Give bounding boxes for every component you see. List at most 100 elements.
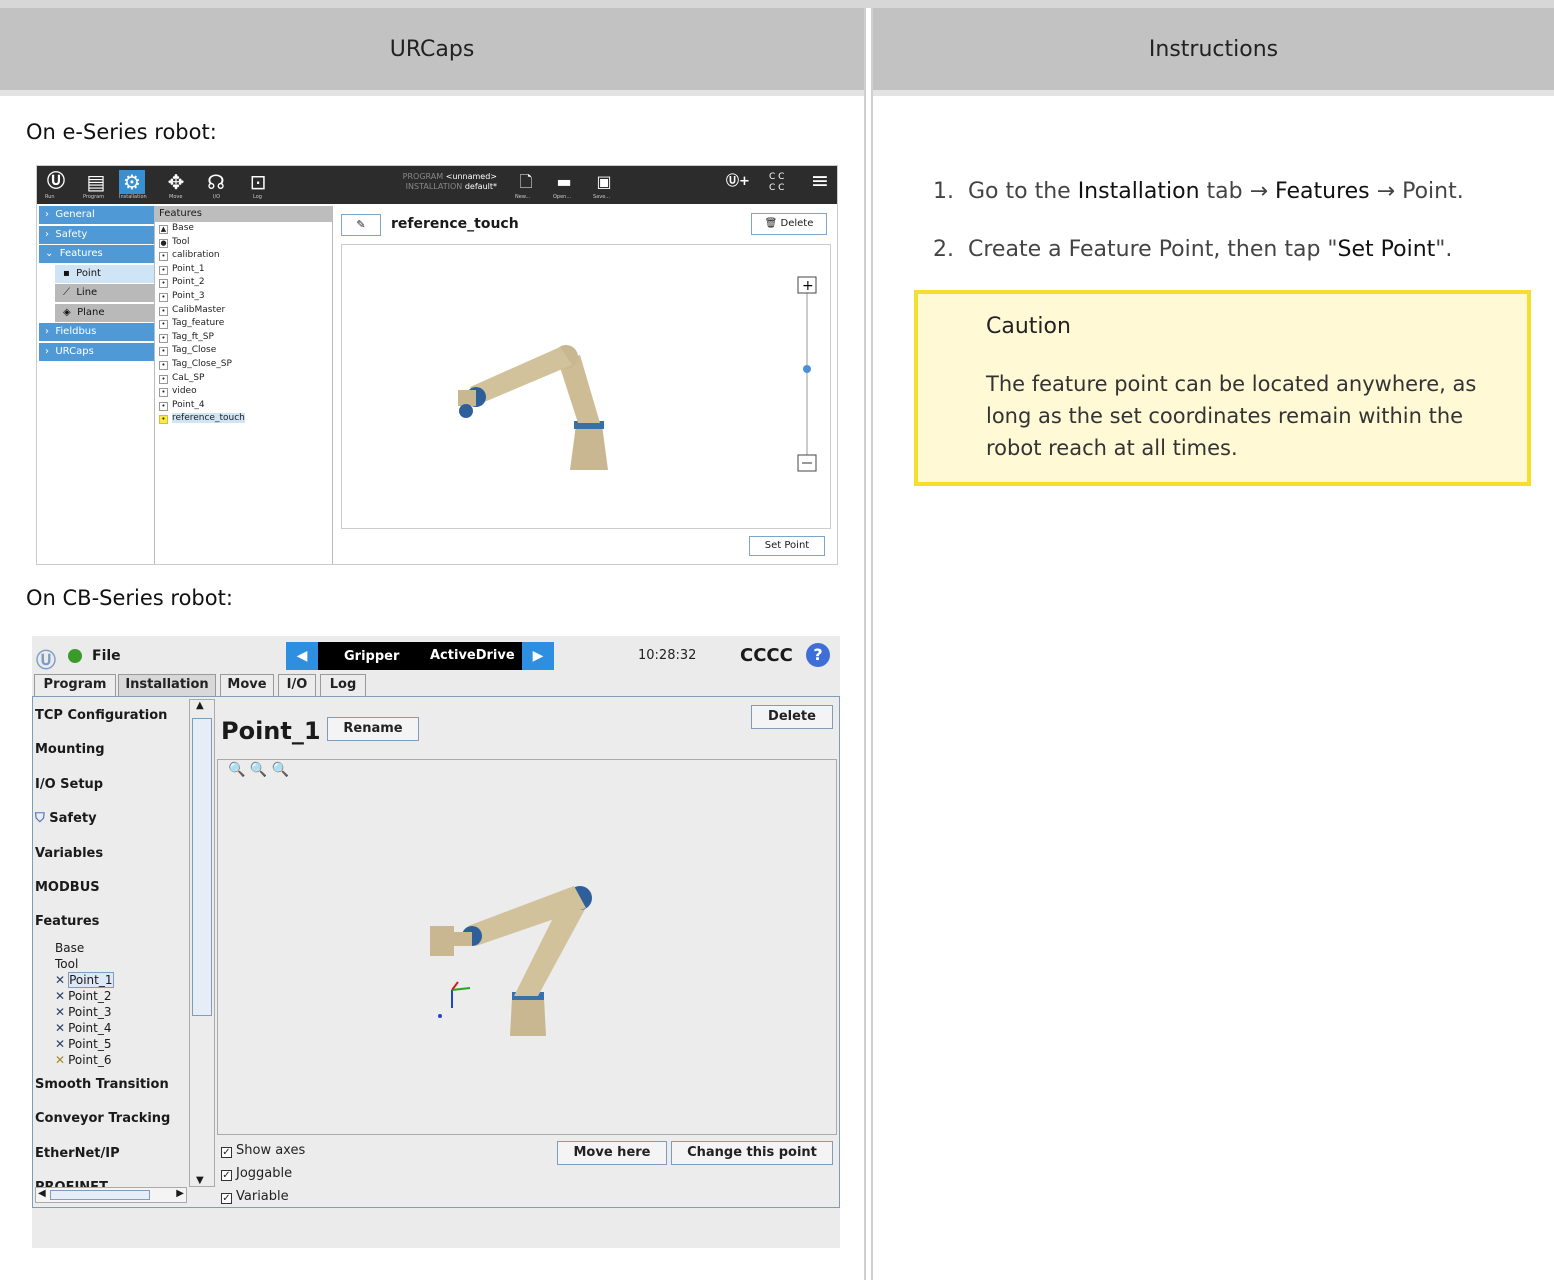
feature-list-item[interactable]: • Point_3: [155, 290, 332, 304]
point-x-icon: ✕: [55, 1036, 66, 1051]
nav-urcaps[interactable]: › URCaps: [39, 342, 154, 361]
program-icon[interactable]: ▤: [83, 170, 109, 194]
delete-label: Delete: [780, 218, 814, 229]
cb-feature-item[interactable]: ✕ Point_4: [35, 1020, 185, 1036]
cb-feature-item[interactable]: ✕ Point_6: [35, 1052, 185, 1068]
sidebar-extra-item[interactable]: Smooth Transition: [35, 1068, 185, 1102]
cb-feature-label: Point_1: [68, 971, 114, 988]
feature-list-item[interactable]: • Tag_Close: [155, 344, 332, 358]
installation-caption: Installation: [119, 194, 147, 200]
urcap-toolbar: ◀ Gripper ActiveDrive ▶: [286, 642, 554, 670]
cb-feature-label: Point_3: [68, 1004, 112, 1019]
nav-fieldbus[interactable]: › Fieldbus: [39, 323, 154, 341]
feature-list-item[interactable]: • Tag_feature: [155, 317, 332, 331]
installation-value: default*: [464, 182, 497, 191]
feature-list-item[interactable]: • Tag_ft_SP: [155, 331, 332, 345]
nav-plane[interactable]: ◈ Plane: [55, 303, 154, 322]
activedrive-tab[interactable]: ActiveDrive: [430, 648, 515, 663]
new-file-icon[interactable]: 🗋: [513, 170, 539, 194]
feature-list-item[interactable]: • Point_2: [155, 276, 332, 290]
feature-list-item[interactable]: • video: [155, 385, 332, 399]
io-icon[interactable]: ☊: [203, 170, 229, 194]
feature-list-item[interactable]: • CaL_SP: [155, 372, 332, 386]
sidebar-mounting[interactable]: Mounting: [35, 733, 185, 767]
nav-safety-label: Safety: [55, 228, 88, 240]
toolbar-left-arrow-icon[interactable]: ◀: [286, 642, 318, 670]
cb-robot-3d-view[interactable]: 🔍 🔍 🔍: [217, 759, 837, 1135]
feature-list-item[interactable]: • Point_4: [155, 399, 332, 413]
save-icon[interactable]: ▣: [591, 170, 617, 194]
scroll-up-icon[interactable]: ▲: [196, 700, 204, 711]
edit-name-button[interactable]: ✎: [341, 214, 381, 236]
nav-point[interactable]: ▪ Point: [55, 264, 154, 283]
gripper-tab[interactable]: Gripper: [344, 649, 399, 664]
joggable-checkbox[interactable]: ✓ Joggable: [221, 1166, 292, 1181]
robot-3d-view[interactable]: +: [341, 244, 831, 529]
open-folder-icon[interactable]: ▬: [551, 170, 577, 194]
sidebar-features[interactable]: Features: [35, 905, 185, 939]
rename-button[interactable]: Rename: [327, 717, 419, 741]
cb-feature-item[interactable]: ✕ Point_3: [35, 1004, 185, 1020]
program-value: <unnamed>: [445, 172, 497, 181]
cb-feature-item[interactable]: Base: [35, 940, 185, 956]
cb-feature-item[interactable]: ✕ Point_5: [35, 1036, 185, 1052]
sidebar-tcp-configuration[interactable]: TCP Configuration: [35, 699, 185, 733]
tab-move[interactable]: Move: [220, 674, 274, 696]
tab-log[interactable]: Log: [320, 674, 366, 696]
cb-feature-item[interactable]: Tool: [35, 956, 185, 972]
cb-feature-item[interactable]: ✕ Point_1: [35, 971, 185, 988]
tab-io[interactable]: I/O: [278, 674, 316, 696]
feature-item-label: Tool: [172, 236, 190, 247]
scroll-right-icon[interactable]: ▶: [176, 1188, 184, 1199]
nav-general[interactable]: › General: [39, 206, 154, 224]
point-icon: •: [159, 279, 168, 289]
move-here-button[interactable]: Move here: [557, 1141, 667, 1165]
clock: 10:28:32: [638, 648, 697, 663]
log-icon[interactable]: ⊡: [245, 170, 271, 194]
tab-program[interactable]: Program: [34, 674, 116, 696]
sidebar-extra-item[interactable]: Conveyor Tracking: [35, 1102, 185, 1136]
file-menu[interactable]: File: [92, 648, 121, 664]
nav-features[interactable]: ⌄ Features: [39, 245, 154, 263]
sidebar-extra-item[interactable]: EtherNet/IP: [35, 1137, 185, 1171]
nav-safety[interactable]: › Safety: [39, 225, 154, 244]
sidebar-safety[interactable]: ⛉ Safety: [35, 802, 185, 836]
sidebar-modbus[interactable]: MODBUS: [35, 871, 185, 905]
vertical-scrollbar[interactable]: ▲ ▼: [189, 699, 215, 1187]
feature-list-item[interactable]: ● Tool: [155, 236, 332, 250]
feature-list-item[interactable]: ▲ Base: [155, 222, 332, 236]
cb-delete-button[interactable]: Delete: [751, 705, 833, 729]
change-this-point-button[interactable]: Change this point: [671, 1141, 833, 1165]
tab-installation[interactable]: Installation: [118, 674, 216, 696]
feature-list-item[interactable]: • reference_touch: [155, 412, 332, 426]
feature-item-label: Point_1: [172, 263, 205, 274]
toolbar-right-arrow-icon[interactable]: ▶: [522, 642, 554, 670]
installation-icon[interactable]: ⚙: [119, 170, 145, 194]
ur-plus-icon[interactable]: Ⓤ+: [725, 170, 751, 194]
scrollbar-thumb[interactable]: [192, 718, 212, 1016]
feature-list-item[interactable]: • Point_1: [155, 263, 332, 277]
check-icon: ✓: [221, 1193, 232, 1204]
nav-line[interactable]: ⟋ Line: [55, 284, 154, 302]
move-icon[interactable]: ✥: [163, 170, 189, 194]
installation-label: INSTALLATION: [405, 182, 463, 191]
set-point-button[interactable]: Set Point: [749, 536, 825, 556]
sidebar-io-setup[interactable]: I/O Setup: [35, 768, 185, 802]
point-icon: •: [159, 415, 168, 425]
feature-list-item[interactable]: • Tag_Close_SP: [155, 358, 332, 372]
cb-feature-item[interactable]: ✕ Point_2: [35, 988, 185, 1004]
scroll-down-icon[interactable]: ▼: [196, 1175, 204, 1186]
variable-checkbox[interactable]: ✓ Variable: [221, 1189, 289, 1204]
h-scrollbar-thumb[interactable]: [50, 1190, 150, 1200]
delete-button[interactable]: 🗑 Delete: [751, 213, 827, 235]
hamburger-menu-icon[interactable]: ≡: [807, 170, 833, 194]
horizontal-scrollbar[interactable]: ◀ ▶: [35, 1187, 187, 1203]
show-axes-checkbox[interactable]: ✓ Show axes: [221, 1143, 305, 1158]
point-x-icon: ✕: [55, 972, 66, 987]
step-2: 2. Create a Feature Point, then tap "Set…: [933, 236, 1464, 294]
sidebar-variables[interactable]: Variables: [35, 837, 185, 871]
feature-list-item[interactable]: • calibration: [155, 249, 332, 263]
scroll-left-icon[interactable]: ◀: [38, 1188, 46, 1199]
feature-list-item[interactable]: • CalibMaster: [155, 304, 332, 318]
help-icon[interactable]: ?: [806, 643, 830, 667]
